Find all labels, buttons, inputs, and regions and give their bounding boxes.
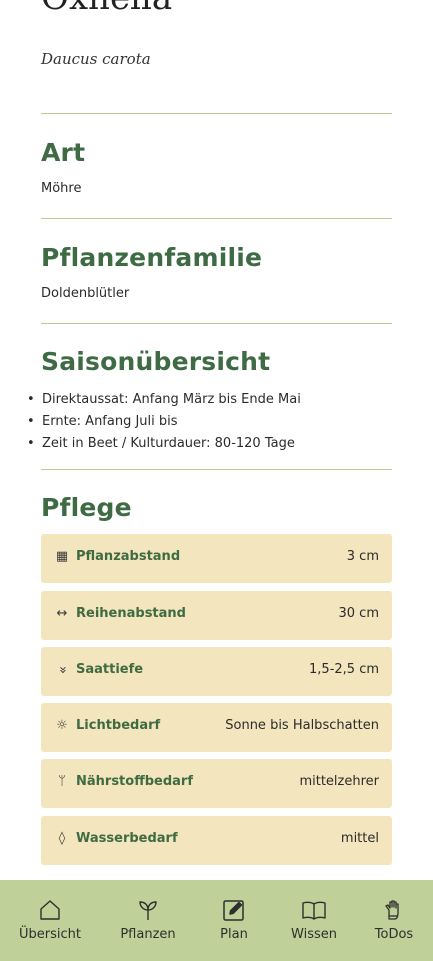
edit-icon <box>221 897 247 923</box>
care-card-row-spacing: ↔ Reihenabstand 30 cm <box>41 591 392 640</box>
care-label: Wasserbedarf <box>76 831 178 846</box>
nav-label: Übersicht <box>19 927 81 942</box>
book-icon <box>301 897 327 923</box>
care-value: 30 cm <box>338 606 380 621</box>
row-distance-arrows-icon: ↔ <box>56 606 68 621</box>
care-label: Saattiefe <box>76 662 144 677</box>
family-value: Doldenblütler <box>41 286 130 301</box>
nav-item-knowledge[interactable]: Wissen <box>274 880 354 961</box>
divider <box>41 323 392 324</box>
water-drop-icon: ◊ <box>58 831 66 846</box>
home-icon <box>37 897 63 923</box>
care-label: Nährstoffbedarf <box>76 774 193 789</box>
season-item: Zeit in Beet / Kulturdauer: 80-120 Tage <box>0 433 301 455</box>
care-value: 1,5-2,5 cm <box>309 662 379 677</box>
care-card-sowing-depth: » Saattiefe 1,5-2,5 cm <box>41 647 392 696</box>
nav-label: Pflanzen <box>120 927 176 942</box>
season-item: Direktaussat: Anfang März bis Ende Mai <box>0 389 301 411</box>
bottom-navigation: Übersicht Pflanzen Plan Wissen ToDos <box>0 880 433 961</box>
divider <box>41 113 392 114</box>
care-card-light: ☼ Lichtbedarf Sonne bis Halbschatten <box>41 703 392 752</box>
section-title-care: Pflege <box>41 493 132 522</box>
plant-name-heading: Oxhella <box>41 0 172 18</box>
section-title-art: Art <box>41 138 86 167</box>
spacing-grid-icon: ▦ <box>55 549 69 564</box>
care-label: Reihenabstand <box>76 606 186 621</box>
sprout-icon <box>135 897 161 923</box>
season-item: Ernte: Anfang Juli bis <box>0 411 301 433</box>
season-list: Direktaussat: Anfang März bis Ende Mai E… <box>0 389 301 455</box>
section-title-family: Pflanzenfamilie <box>41 243 263 272</box>
art-value: Möhre <box>41 181 82 196</box>
nav-label: Plan <box>220 927 248 942</box>
nav-item-plants[interactable]: Pflanzen <box>108 880 188 961</box>
divider <box>41 469 392 470</box>
section-title-season: Saisonübersicht <box>41 347 271 376</box>
nav-item-plan[interactable]: Plan <box>194 880 274 961</box>
sun-icon: ☼ <box>56 718 68 733</box>
plant-detail-page: Oxhella Daucus carota Art Möhre Pflanzen… <box>0 0 433 961</box>
care-card-water: ◊ Wasserbedarf mittel <box>41 816 392 865</box>
care-value: mittelzehrer <box>299 774 379 789</box>
care-value: Sonne bis Halbschatten <box>225 718 379 733</box>
nav-item-overview[interactable]: Übersicht <box>10 880 90 961</box>
glove-icon <box>381 897 407 923</box>
care-label: Pflanzabstand <box>76 549 181 564</box>
care-card-nutrients: ᛘ Nährstoffbedarf mittelzehrer <box>41 759 392 808</box>
divider <box>41 218 392 219</box>
double-chevron-down-icon: » <box>55 666 70 674</box>
nav-label: Wissen <box>291 927 337 942</box>
care-value: 3 cm <box>346 549 379 564</box>
nav-item-todos[interactable]: ToDos <box>354 880 433 961</box>
fork-knife-icon: ᛘ <box>58 774 66 789</box>
nav-label: ToDos <box>374 927 414 942</box>
plant-latin-name: Daucus carota <box>41 50 151 68</box>
care-label: Lichtbedarf <box>76 718 161 733</box>
care-card-plant-spacing: ▦ Pflanzabstand 3 cm <box>41 534 392 583</box>
care-value: mittel <box>340 831 379 846</box>
